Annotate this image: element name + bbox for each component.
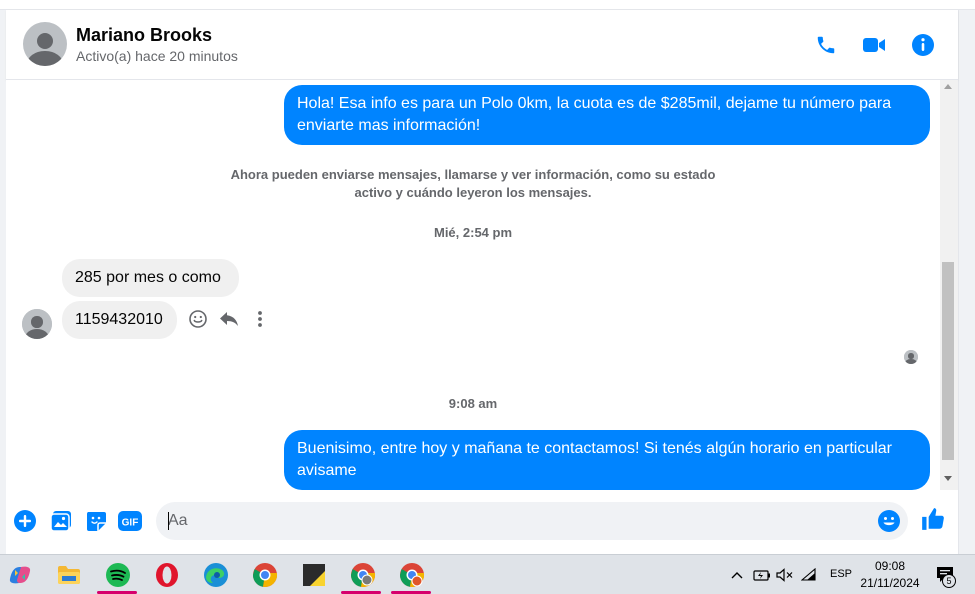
thumbs-up-icon bbox=[922, 508, 944, 530]
copilot-icon bbox=[9, 566, 31, 584]
edge-button[interactable] bbox=[202, 561, 230, 589]
system-notice: Ahora pueden enviarse mensajes, llamarse… bbox=[230, 167, 716, 200]
incoming-message[interactable]: 1159432010 bbox=[62, 301, 177, 339]
sticker-button[interactable] bbox=[83, 508, 109, 534]
edge-icon bbox=[204, 563, 228, 587]
incoming-message[interactable]: 285 por mes o como bbox=[62, 259, 239, 297]
timestamp: Mié, 2:54 pm bbox=[433, 225, 513, 240]
battery-charging-icon bbox=[753, 570, 770, 581]
message-input[interactable] bbox=[168, 502, 868, 540]
sticky-notes-icon bbox=[303, 564, 325, 586]
contact-avatar[interactable] bbox=[23, 22, 67, 66]
call-button[interactable] bbox=[812, 31, 840, 59]
more-vertical-icon bbox=[258, 311, 262, 327]
chrome-profile-1-button[interactable] bbox=[349, 561, 377, 589]
message-scrollbar[interactable] bbox=[940, 80, 958, 490]
folder-icon bbox=[58, 566, 80, 584]
chevron-up-icon bbox=[731, 572, 743, 579]
scroll-down-arrow[interactable] bbox=[944, 476, 952, 481]
system-clock[interactable]: 09:08 21/11/2024 bbox=[857, 558, 923, 592]
contact-name[interactable]: Mariano Brooks bbox=[76, 25, 212, 46]
chat-header: Mariano Brooks Activo(a) hace 20 minutos bbox=[6, 10, 958, 80]
gallery-icon bbox=[50, 511, 71, 532]
video-call-button[interactable] bbox=[860, 31, 888, 59]
spotify-icon bbox=[106, 563, 130, 587]
volume-muted-icon bbox=[776, 568, 793, 582]
info-button[interactable] bbox=[909, 31, 937, 59]
reply-icon bbox=[220, 312, 238, 326]
spotify-button[interactable] bbox=[104, 561, 132, 589]
copilot-button[interactable] bbox=[6, 561, 34, 589]
phone-icon bbox=[817, 36, 835, 54]
wifi-icon bbox=[801, 568, 816, 581]
attach-photo-button[interactable] bbox=[48, 508, 74, 534]
seen-indicator-avatar bbox=[904, 350, 918, 364]
gif-button[interactable]: GIF bbox=[117, 508, 143, 534]
smiley-icon bbox=[189, 310, 207, 328]
chrome-button[interactable] bbox=[251, 561, 279, 589]
message-list[interactable]: Hola! Esa info es para un Polo 0km, la c… bbox=[6, 80, 940, 490]
contact-status: Activo(a) hace 20 minutos bbox=[76, 48, 238, 64]
volume-button[interactable] bbox=[774, 561, 796, 589]
wifi-button[interactable] bbox=[799, 561, 821, 589]
clock-date: 21/11/2024 bbox=[860, 576, 920, 590]
video-icon bbox=[863, 38, 885, 52]
contact-message-avatar[interactable] bbox=[22, 309, 52, 339]
opera-button[interactable] bbox=[153, 561, 181, 589]
timestamp: 9:08 am bbox=[448, 396, 498, 411]
reply-button[interactable] bbox=[217, 307, 241, 331]
chrome-profile-icon bbox=[351, 563, 376, 587]
chrome-icon bbox=[253, 563, 278, 587]
emoji-button[interactable] bbox=[876, 508, 902, 534]
sticker-icon bbox=[86, 512, 106, 531]
message-composer: GIF bbox=[6, 490, 958, 554]
sticky-notes-button[interactable] bbox=[300, 561, 328, 589]
scroll-up-arrow[interactable] bbox=[944, 84, 952, 89]
notification-center-button[interactable]: 5 bbox=[930, 561, 960, 589]
window-top-strip bbox=[0, 0, 975, 10]
show-hidden-icons-button[interactable] bbox=[727, 561, 747, 589]
scroll-thumb[interactable] bbox=[942, 262, 954, 460]
gif-icon: GIF bbox=[118, 511, 142, 531]
like-button[interactable] bbox=[920, 506, 946, 532]
more-actions-button[interactable] bbox=[12, 508, 38, 534]
language-indicator[interactable]: ESP bbox=[830, 568, 852, 580]
opera-icon bbox=[156, 563, 178, 587]
chrome-profile-2-button[interactable] bbox=[398, 561, 426, 589]
notification-count-badge: 5 bbox=[942, 574, 956, 588]
outgoing-message[interactable]: Hola! Esa info es para un Polo 0km, la c… bbox=[284, 85, 930, 145]
svg-text:GIF: GIF bbox=[122, 518, 139, 529]
emoji-icon bbox=[878, 510, 900, 532]
message-input-wrapper[interactable] bbox=[156, 502, 908, 540]
text-caret bbox=[168, 512, 169, 530]
file-explorer-button[interactable] bbox=[55, 561, 83, 589]
clock-time: 09:08 bbox=[874, 559, 906, 573]
react-button[interactable] bbox=[186, 307, 210, 331]
outgoing-message[interactable]: Buenisimo, entre hoy y mañana te contact… bbox=[284, 430, 930, 490]
plus-circle-icon bbox=[14, 510, 36, 532]
more-options-button[interactable] bbox=[248, 307, 272, 331]
window-right-frame bbox=[958, 10, 975, 554]
info-icon bbox=[912, 34, 934, 56]
battery-button[interactable] bbox=[751, 561, 773, 589]
os-taskbar: ESP 09:08 21/11/2024 5 bbox=[0, 554, 975, 594]
chrome-profile-icon bbox=[400, 563, 425, 587]
